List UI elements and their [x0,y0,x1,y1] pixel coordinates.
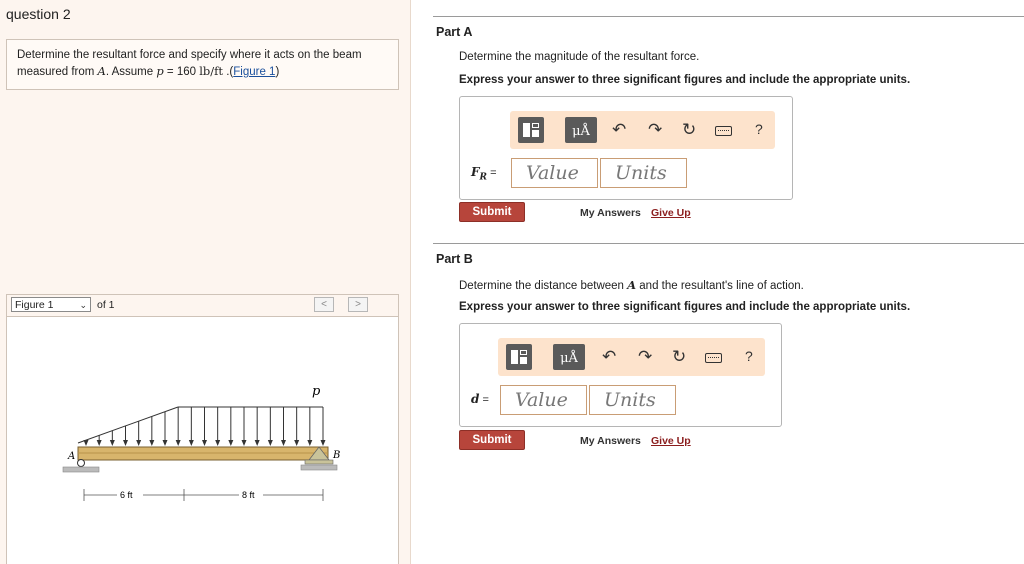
undo-icon[interactable]: ↶ [612,120,626,140]
prev-figure-button[interactable]: < [314,297,334,312]
divider [433,243,1024,244]
support-b-base [304,459,334,465]
load-arrow-head [123,440,128,446]
d-label: d = [471,392,489,406]
ground-a [62,466,100,473]
load-arrow-head [188,440,194,446]
problem-text: ) [275,66,280,78]
reset-icon[interactable]: ↻ [672,347,686,367]
reset-icon[interactable]: ↻ [682,120,696,140]
question-title: question 2 [6,6,71,22]
problem-pane: question 2 Determine the resultant force… [0,0,411,564]
units-icon[interactable]: μÅ [565,117,597,143]
fr-symbol: F [471,165,480,179]
give-up-link[interactable]: Give Up [651,435,691,447]
value-input[interactable] [511,158,598,188]
submit-button[interactable]: Submit [459,202,525,222]
help-icon[interactable]: ? [755,121,763,137]
templates-icon[interactable] [518,117,544,143]
value-input[interactable] [500,385,587,415]
question-text: Determine the distance between [459,280,628,292]
point-a-symbol: A [97,64,106,78]
next-figure-button[interactable]: > [348,297,368,312]
load-arrow-head [307,440,313,446]
figure-count: of 1 [97,299,115,311]
templates-icon[interactable] [506,344,532,370]
units-input[interactable] [589,385,676,415]
part-a-instruction: Express your answer to three significant… [459,74,911,86]
keyboard-icon[interactable] [705,353,722,363]
load-arrow-head [267,440,273,446]
equals-sign: = [487,167,497,179]
label-b: B [332,450,340,461]
units-input[interactable] [600,158,687,188]
load-arrows [83,407,326,446]
undo-icon[interactable]: ↶ [602,347,616,367]
load-arrow-head [228,440,234,446]
load-arrow-head [320,440,326,446]
load-arrow-head [241,440,247,446]
point-a-symbol: A [627,278,637,292]
my-answers-link[interactable]: My Answers [580,435,641,447]
redo-icon[interactable]: ↷ [638,347,652,367]
load-arrow-head [96,440,102,446]
pin-support-a [77,459,85,467]
load-arrow-head [254,440,260,446]
part-b-toolbar: μÅ ↶ ↷ ↻ ? [498,338,765,376]
redo-icon[interactable]: ↷ [648,120,662,140]
units-icon[interactable]: μÅ [553,344,585,370]
load-arrow-head [215,440,221,446]
ground-b [300,464,338,471]
question-text: and the resultant's line of action. [636,280,804,292]
figure-select-value: Figure 1 [15,299,54,311]
load-arrow-head [162,440,168,446]
figure-toolbar: Figure 1 ⌄ of 1 < > [7,295,398,317]
part-b-label: Part B [436,252,473,266]
load-arrow-head [136,440,142,446]
load-unit: lb/ft [199,64,224,78]
load-arrow-head [83,440,89,446]
help-icon[interactable]: ? [745,348,753,364]
part-a-question: Determine the magnitude of the resultant… [459,51,700,63]
part-b-instruction: Express your answer to three significant… [459,301,911,313]
fr-label: FR = [471,165,497,182]
problem-text: measured from [17,66,98,78]
label-a: A [67,451,75,462]
load-arrow-head [202,440,207,446]
load-arrow-head [281,440,286,446]
figure-link[interactable]: Figure 1 [233,66,275,78]
dim-label-6ft: 6 ft [120,490,133,500]
problem-line-2: measured from A. Assume p = 160 lb/ft .(… [17,63,388,80]
figure-select[interactable]: Figure 1 ⌄ [11,297,91,312]
submit-button[interactable]: Submit [459,430,525,450]
part-b-answer-box: μÅ ↶ ↷ ↻ ? d = [459,323,782,427]
problem-statement: Determine the resultant force and specif… [6,39,399,90]
load-value: = 160 [163,66,200,78]
load-profile-ramp [77,406,179,444]
chevron-down-icon: ⌄ [79,300,87,310]
part-a-toolbar: μÅ ↶ ↷ ↻ ? [510,111,775,149]
part-a-answer-box: μÅ ↶ ↷ ↻ ? FR = [459,96,793,200]
beam-diagram: A B p 6 ft 8 ft [62,384,340,501]
give-up-link[interactable]: Give Up [651,207,691,219]
problem-text: . Assume [105,66,157,78]
part-b-question: Determine the distance between A and the… [459,278,804,292]
load-arrow-head [109,440,115,446]
equals-sign: = [479,394,489,406]
fr-subscript: R [479,172,488,183]
load-arrow-head [294,440,300,446]
problem-text: .( [223,66,234,78]
load-variable: p [156,64,164,78]
keyboard-icon[interactable] [715,126,732,136]
problem-line-1: Determine the resultant force and specif… [17,49,362,61]
dim-label-8ft: 8 ft [242,490,255,500]
load-arrow-head [149,440,155,446]
part-a-label: Part A [436,25,473,39]
figure-panel: Figure 1 ⌄ of 1 < > A B p 6 ft 8 ft [6,294,399,564]
divider [433,16,1024,17]
my-answers-link[interactable]: My Answers [580,207,641,219]
load-arrow-head [175,440,181,446]
label-p: p [312,384,321,399]
